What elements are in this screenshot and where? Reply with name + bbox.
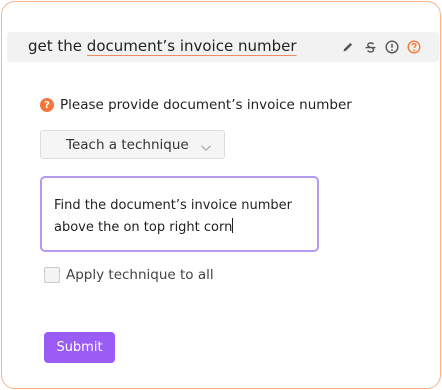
instruction-textarea[interactable]: Find the document’s invoice number above… — [40, 176, 319, 252]
text-caret — [232, 218, 234, 233]
pencil-icon[interactable] — [340, 39, 356, 55]
chevron-down-icon — [200, 139, 212, 158]
info-icon[interactable] — [384, 39, 400, 55]
task-title-underlined: document’s invoice number — [86, 37, 297, 55]
textarea-line-2-text: above the on top right corn — [54, 220, 233, 235]
technique-select-value: Teach a technique — [66, 137, 189, 153]
submit-button[interactable]: Submit — [44, 332, 115, 363]
question-icon: ? — [40, 98, 54, 112]
task-title-prefix: get the — [28, 37, 87, 55]
prompt-row: ? Please provide document’s invoice numb… — [40, 97, 352, 113]
prompt-text: Please provide document’s invoice number — [60, 97, 352, 113]
apply-all-label[interactable]: Apply technique to all — [66, 267, 214, 283]
instruction-panel: get the document’s invoice number ? Plea… — [1, 1, 441, 389]
apply-all-row[interactable]: Apply technique to all — [44, 267, 214, 283]
apply-all-checkbox[interactable] — [44, 267, 60, 283]
task-title: get the document’s invoice number — [28, 37, 297, 55]
task-header: get the document’s invoice number — [7, 32, 439, 62]
strikethrough-icon[interactable] — [362, 39, 378, 55]
textarea-line-2: above the on top right corn — [54, 217, 305, 239]
help-icon[interactable] — [406, 39, 422, 55]
task-toolbar — [340, 39, 422, 55]
technique-select[interactable]: Teach a technique — [40, 130, 225, 159]
textarea-line-1: Find the document’s invoice number — [54, 198, 292, 213]
